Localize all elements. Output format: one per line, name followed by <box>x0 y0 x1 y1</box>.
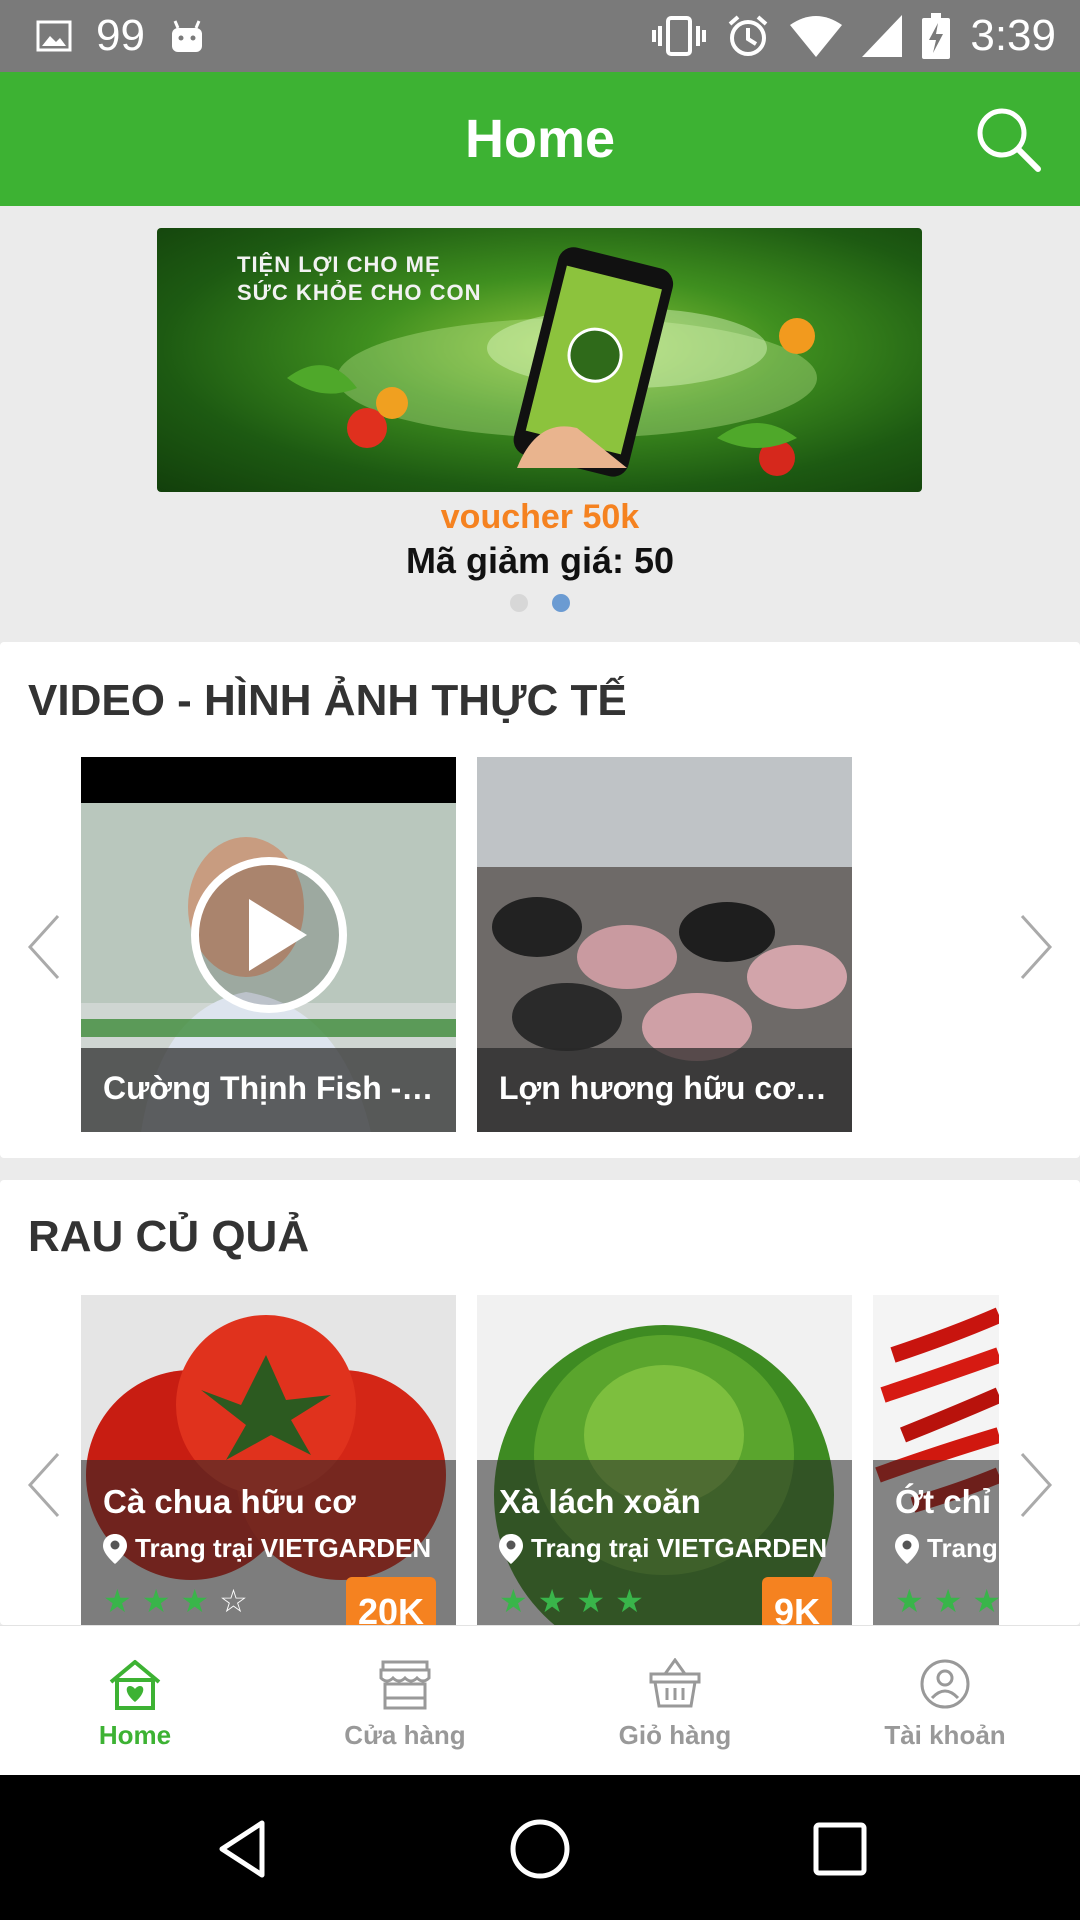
product-farm: Trang trại VIETGARDEN <box>499 1533 827 1564</box>
product-farm: Trang trại VIETGARDEN <box>103 1533 431 1564</box>
account-icon <box>920 1659 970 1709</box>
location-pin-icon <box>895 1533 919 1564</box>
star-rating: ★ ★ ★ ☆ <box>103 1585 248 1617</box>
location-pin-icon <box>103 1533 127 1564</box>
star-empty-icon: ☆ <box>219 1583 248 1619</box>
back-icon[interactable] <box>210 1817 274 1881</box>
voucher-code: Mã giảm giá: 50 <box>405 540 675 581</box>
video-tile[interactable]: Cường Thịnh Fish - ... <box>81 757 456 1132</box>
store-icon <box>379 1660 431 1710</box>
nav-label: Tài khoản <box>884 1720 1006 1750</box>
product-name: Xà lách xoăn <box>499 1483 701 1520</box>
price-badge: 20K <box>345 1577 436 1625</box>
alarm-icon <box>729 15 768 56</box>
product-farm-label: Trang trại VIETGARDEN <box>135 1533 432 1563</box>
section-title: RAU CỦ QUẢ <box>28 1212 310 1261</box>
star-rating: ★ ★ ★ ★ <box>499 1585 644 1617</box>
star-filled-icon: ★ <box>537 1583 567 1619</box>
product-farm-label: Trang trại VIETGARDEN <box>531 1533 828 1563</box>
recents-icon[interactable] <box>808 1817 872 1881</box>
nav-label: Giỏ hàng <box>618 1720 732 1750</box>
price-badge: 9K <box>761 1577 832 1625</box>
signal-icon <box>862 15 903 57</box>
nav-item-account[interactable]: Tài khoản <box>810 1626 1080 1776</box>
product-card[interactable]: Xà lách xoăn Trang trại VIETGARDEN ★ ★ ★… <box>477 1295 852 1625</box>
star-filled-icon: ★ <box>141 1583 171 1619</box>
basket-icon <box>649 1658 701 1708</box>
product-name: Ớt chỉ t <box>895 1483 999 1520</box>
product-name: Cà chua hữu cơ <box>103 1483 356 1520</box>
chevron-right-icon[interactable] <box>1016 1450 1056 1520</box>
promo-banner: TIỆN LỢI CHO MẸ SỨC KHỎE CHO CON voucher… <box>0 206 1080 626</box>
search-button[interactable] <box>974 105 1044 175</box>
star-rating: ★ ★ ★ <box>895 1585 999 1617</box>
banner-text-line1: TIỆN LỢI CHO MẸ <box>237 252 441 277</box>
video-caption: Lợn hương hữu cơ c... <box>477 1048 852 1132</box>
nav-item-store[interactable]: Cửa hàng <box>270 1626 540 1776</box>
pagination-dot[interactable] <box>510 594 528 612</box>
battery-charging-icon <box>922 13 951 59</box>
page-title: Home <box>464 109 616 169</box>
voucher-title: voucher 50k <box>440 498 640 536</box>
wifi-icon <box>790 16 843 57</box>
star-filled-icon: ★ <box>615 1583 644 1619</box>
product-farm: Trang <box>895 1533 998 1564</box>
star-filled-icon: ★ <box>895 1583 924 1619</box>
chevron-left-icon[interactable] <box>24 912 64 982</box>
home-heart-icon <box>109 1660 161 1710</box>
star-filled-icon: ★ <box>103 1583 132 1619</box>
star-filled-icon: ★ <box>499 1583 528 1619</box>
vegetable-section: RAU CỦ QUẢ Cà chua hữu cơ Trang trại VIE… <box>0 1180 1080 1625</box>
chevron-left-icon[interactable] <box>24 1450 64 1520</box>
nav-item-cart[interactable]: Giỏ hàng <box>540 1626 810 1776</box>
vibrate-icon <box>652 16 707 56</box>
video-caption: Cường Thịnh Fish - ... <box>81 1048 456 1132</box>
app-bar: Home <box>0 72 1080 206</box>
location-pin-icon <box>499 1533 523 1564</box>
notification-count: 99 <box>96 11 145 60</box>
section-title: VIDEO - HÌNH ẢNH THỰC TẾ <box>28 676 627 725</box>
star-filled-icon: ★ <box>972 1583 999 1619</box>
banner-image[interactable]: TIỆN LỢI CHO MẸ SỨC KHỎE CHO CON <box>157 228 922 492</box>
nav-label: Home <box>98 1720 172 1750</box>
star-filled-icon: ★ <box>180 1583 210 1619</box>
star-filled-icon: ★ <box>933 1583 963 1619</box>
nav-label: Cửa hàng <box>344 1720 466 1750</box>
clock: 3:39 <box>970 11 1056 60</box>
product-farm-label: Trang <box>927 1533 998 1563</box>
home-circle-icon[interactable] <box>508 1817 572 1881</box>
banner-text-line2: SỨC KHỎE CHO CON <box>237 280 482 305</box>
product-card[interactable]: Ớt chỉ t Trang ★ ★ ★ <box>873 1295 999 1625</box>
bottom-navigation: Home Cửa hàng Giỏ hàng Tài khoản <box>0 1625 1080 1775</box>
video-tile[interactable]: Lợn hương hữu cơ c... <box>477 757 852 1132</box>
system-navigation-bar <box>0 1775 1080 1920</box>
product-card[interactable]: Cà chua hữu cơ Trang trại VIETGARDEN ★ ★… <box>81 1295 456 1625</box>
pagination-dot-active[interactable] <box>552 594 570 612</box>
play-icon[interactable] <box>189 855 349 1015</box>
search-icon <box>977 108 1041 172</box>
image-icon <box>36 20 72 52</box>
nav-item-home[interactable]: Home <box>0 1626 270 1776</box>
status-bar: 99 3:39 <box>0 0 1080 72</box>
banner-pagination <box>0 594 1080 612</box>
star-filled-icon: ★ <box>576 1583 606 1619</box>
video-section: VIDEO - HÌNH ẢNH THỰC TẾ Cường Thịnh Fis… <box>0 642 1080 1158</box>
chevron-right-icon[interactable] <box>1016 912 1056 982</box>
android-icon <box>171 20 202 52</box>
